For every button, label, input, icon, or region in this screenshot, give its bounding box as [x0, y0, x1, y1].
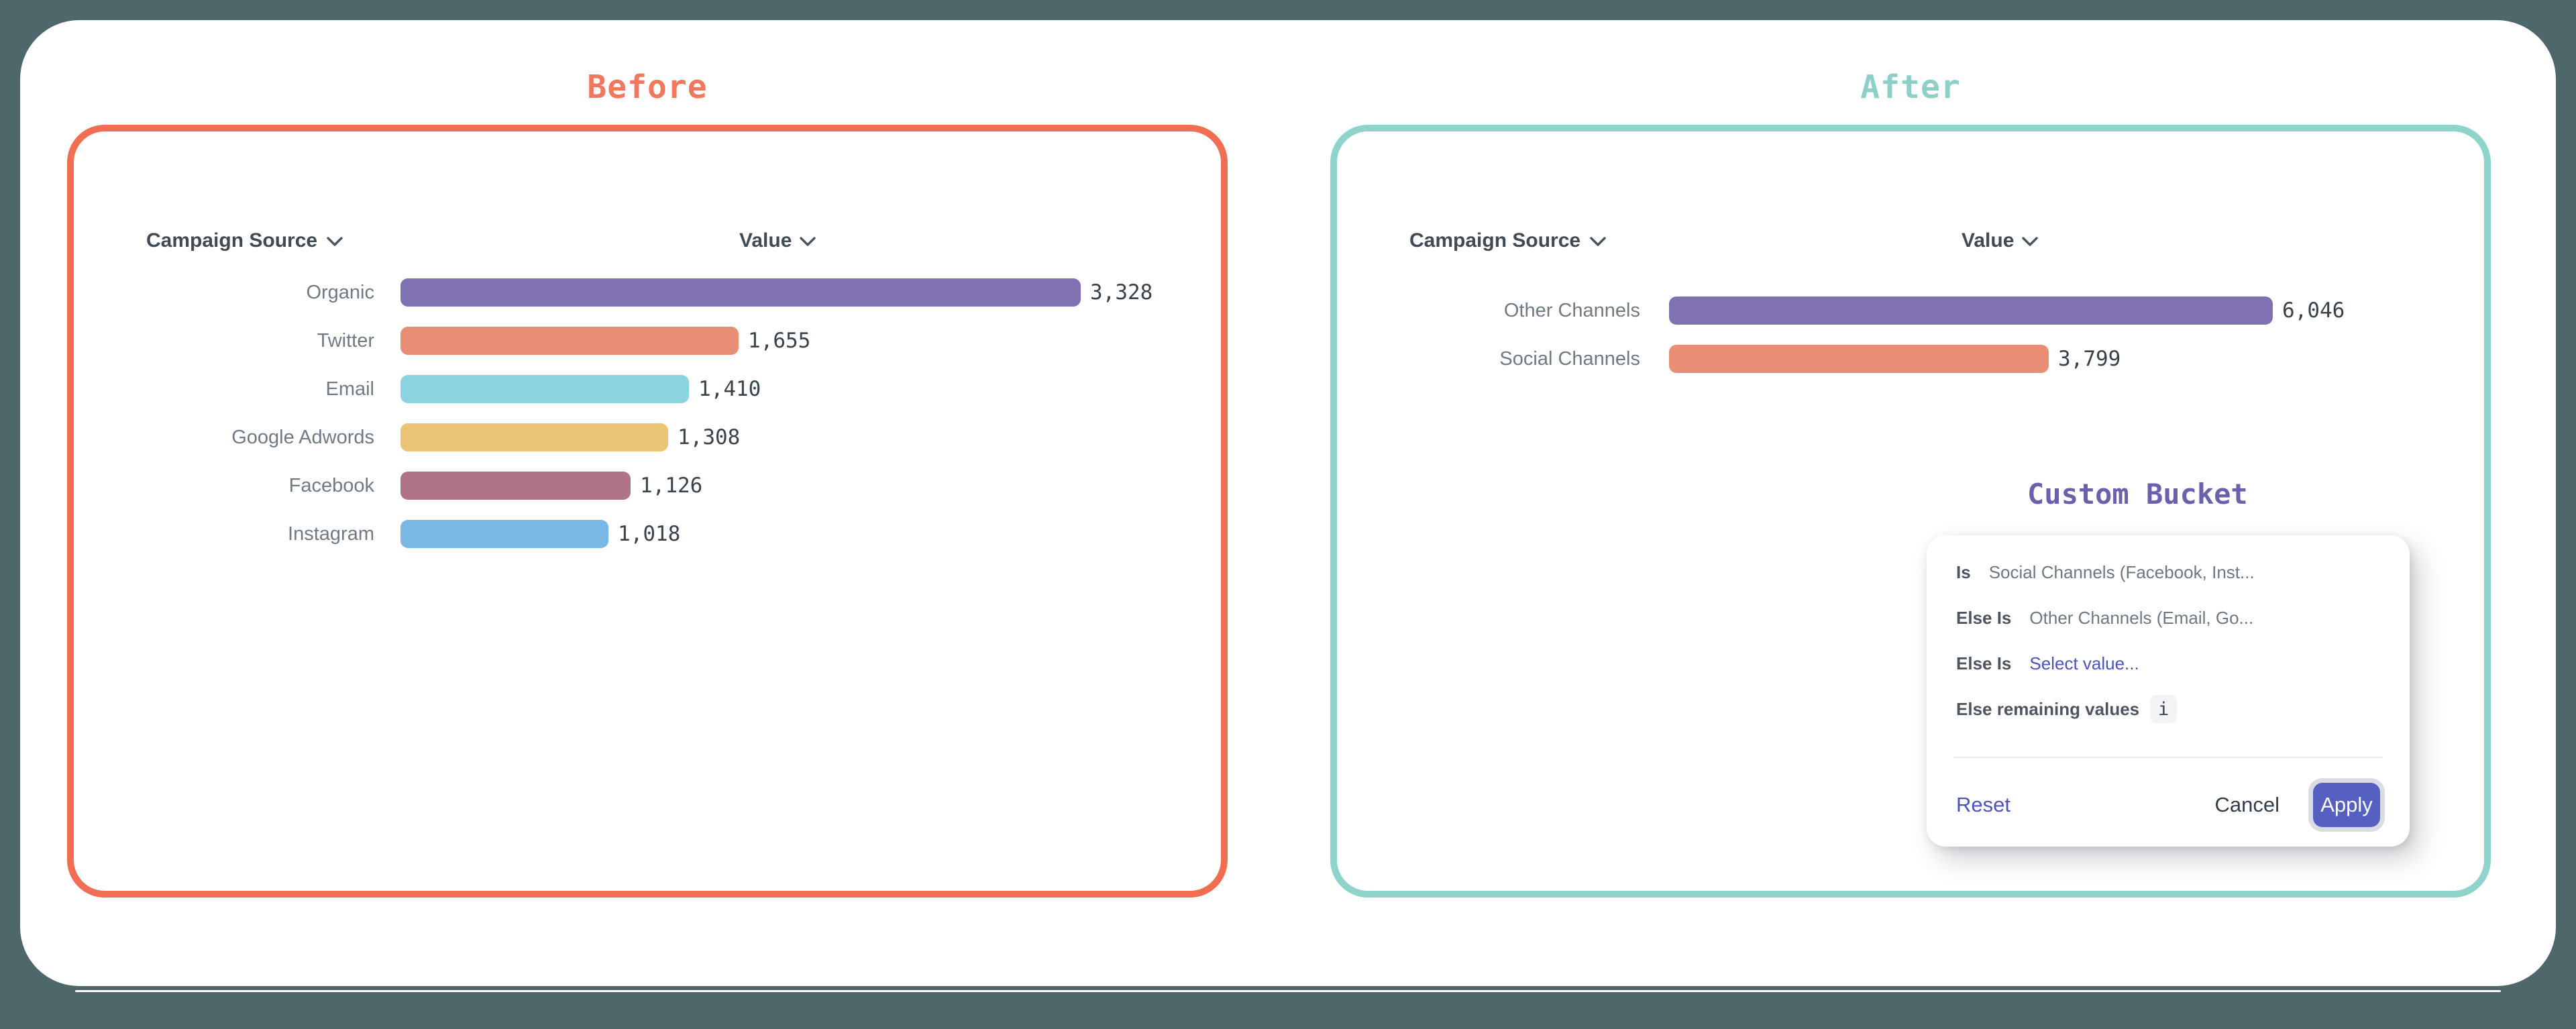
table-row: Email 1,410 — [146, 365, 1152, 413]
row-label: Social Channels — [1409, 348, 1640, 370]
rule-value[interactable]: Other Channels (Email, Go... — [2029, 608, 2253, 629]
custom-bucket-dialog: Is Social Channels (Facebook, Inst... Else… — [1927, 535, 2410, 847]
row-value: 3,799 — [2058, 347, 2121, 371]
rule-condition-label: Else remaining values — [1956, 699, 2139, 720]
table-row: Other Channels 6,046 — [1409, 286, 2345, 335]
after-title: After — [1330, 68, 2491, 106]
rule-condition-label: Else Is — [1956, 653, 2011, 674]
rule-condition-label: Else Is — [1956, 608, 2011, 629]
table-header-row: Campaign Source Value — [146, 229, 1214, 258]
row-value: 3,328 — [1090, 280, 1152, 305]
row-label: Instagram — [146, 523, 374, 545]
dialog-footer: Reset Cancel Apply — [1956, 771, 2380, 838]
value-bar — [400, 423, 668, 451]
value-bar — [1669, 345, 2049, 373]
after-panel: Campaign Source Value Other Channels 6,04… — [1330, 125, 2491, 898]
before-table-rows: Organic 3,328 Twitter 1,655 Email 1,410 Google… — [146, 268, 1152, 558]
card-underline — [75, 990, 2501, 992]
row-label: Organic — [146, 282, 374, 304]
reset-button[interactable]: Reset — [1956, 793, 2010, 817]
select-value-link[interactable]: Select value... — [2029, 653, 2139, 674]
page: { "page": {"background": "#4d676b", "car… — [0, 0, 2576, 1029]
value-header-label: Value — [1962, 229, 2014, 252]
bucket-rule-row: Else Is Select value... — [1956, 641, 2380, 686]
value-bar — [1669, 296, 2273, 325]
before-panel: Campaign Source Value Organic 3,328 Twitte… — [67, 125, 1228, 898]
rule-value[interactable]: Social Channels (Facebook, Inst... — [1989, 562, 2255, 583]
table-row: Facebook 1,126 — [146, 462, 1152, 510]
custom-bucket-title: Custom Bucket — [2027, 478, 2248, 510]
table-row: Twitter 1,655 — [146, 317, 1152, 365]
row-label: Google Adwords — [146, 427, 374, 449]
custom-bucket-rows: Is Social Channels (Facebook, Inst... Else… — [1956, 549, 2380, 732]
dialog-divider — [1953, 757, 2383, 758]
row-label: Email — [146, 378, 374, 400]
row-value: 1,655 — [748, 329, 810, 353]
chevron-down-icon — [800, 229, 816, 252]
campaign-source-header[interactable]: Campaign Source — [146, 229, 343, 252]
value-header[interactable]: Value — [739, 229, 816, 252]
apply-button[interactable]: Apply — [2313, 783, 2380, 827]
bucket-rule-row: Else remaining values i — [1956, 686, 2380, 732]
before-title: Before — [67, 68, 1228, 106]
row-label: Facebook — [146, 475, 374, 497]
value-header-label: Value — [739, 229, 792, 252]
table-row: Google Adwords 1,308 — [146, 413, 1152, 462]
row-value: 1,126 — [640, 474, 702, 498]
chevron-down-icon — [327, 229, 343, 252]
after-table-rows: Other Channels 6,046 Social Channels 3,799 — [1409, 286, 2345, 383]
row-value: 1,410 — [698, 377, 761, 401]
value-header[interactable]: Value — [1962, 229, 2038, 252]
table-row: Organic 3,328 — [146, 268, 1152, 317]
value-bar — [400, 278, 1081, 307]
row-value: 1,018 — [618, 522, 680, 546]
campaign-source-header-label: Campaign Source — [146, 229, 317, 252]
chevron-down-icon — [1590, 229, 1606, 252]
campaign-source-header-label: Campaign Source — [1409, 229, 1580, 252]
table-row: Instagram 1,018 — [146, 510, 1152, 558]
row-value: 1,308 — [678, 425, 740, 449]
row-label: Other Channels — [1409, 300, 1640, 322]
value-bar — [400, 520, 608, 548]
value-bar — [400, 375, 689, 403]
row-value: 6,046 — [2282, 299, 2345, 323]
value-bar — [400, 327, 739, 355]
cancel-button[interactable]: Cancel — [2215, 793, 2280, 817]
row-label: Twitter — [146, 330, 374, 352]
table-row: Social Channels 3,799 — [1409, 335, 2345, 383]
rule-condition-label: Is — [1956, 562, 1971, 583]
info-icon[interactable]: i — [2150, 695, 2177, 723]
bucket-rule-row: Is Social Channels (Facebook, Inst... — [1956, 549, 2380, 595]
chevron-down-icon — [2022, 229, 2038, 252]
value-bar — [400, 472, 631, 500]
campaign-source-header[interactable]: Campaign Source — [1409, 229, 1606, 252]
table-header-row: Campaign Source Value — [1409, 229, 2477, 258]
bucket-rule-row: Else Is Other Channels (Email, Go... — [1956, 595, 2380, 641]
